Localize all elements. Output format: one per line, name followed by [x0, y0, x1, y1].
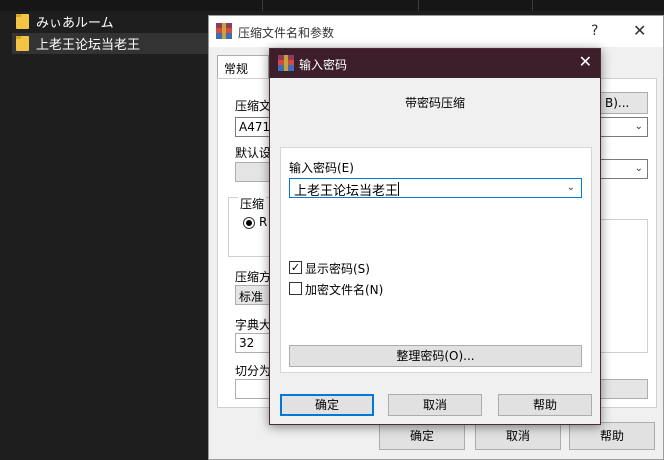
update-mode-dropdown[interactable]: ⌄	[600, 159, 648, 179]
password-input[interactable]: 上老王论坛当老王 ⌄	[289, 178, 582, 199]
password-label: 输入密码(E)	[289, 161, 354, 175]
archive-format-label: 压缩	[238, 195, 267, 212]
archive-cancel-button[interactable]: 取消	[475, 422, 561, 450]
browse-button[interactable]: B)...	[600, 92, 648, 114]
archive-dialog-titlebar: 压缩文件名和参数 ? ✕	[209, 16, 663, 47]
file-item-label: 上老王论坛当老王	[36, 38, 141, 53]
text-caret	[398, 182, 399, 196]
set-password-button[interactable]	[600, 379, 648, 399]
encrypt-filenames-checkbox[interactable]	[289, 282, 302, 295]
organize-passwords-button[interactable]: 整理密码(O)...	[289, 345, 582, 367]
dialog-subtitle: 带密码压缩	[404, 96, 465, 110]
format-radio[interactable]	[243, 217, 255, 229]
toolbar-divider	[532, 0, 533, 11]
top-toolbar	[0, 0, 664, 11]
ok-button[interactable]: 确定	[280, 394, 374, 416]
archive-dialog-title: 压缩文件名和参数	[238, 26, 335, 40]
help-icon[interactable]: ?	[591, 23, 598, 39]
show-password-label[interactable]: 显示密码(S)	[305, 260, 370, 277]
archive-help-button[interactable]: 帮助	[569, 422, 655, 450]
chevron-down-icon: ⌄	[634, 121, 643, 132]
file-item-label: みぃあルーム	[36, 16, 114, 31]
close-icon[interactable]: ✕	[633, 21, 646, 40]
chevron-down-icon: ⌄	[634, 163, 643, 174]
winrar-icon	[278, 55, 294, 71]
show-password-checkbox[interactable]: ✓	[289, 261, 302, 274]
split-volumes-label: 切分为	[235, 364, 272, 378]
archive-options-group	[600, 219, 648, 353]
dictionary-size-label: 字典大	[235, 318, 272, 332]
archive-name-label: 压缩文	[235, 99, 272, 113]
toolbar-divider	[418, 0, 419, 11]
password-value: 上老王论坛当老王	[294, 184, 399, 199]
archive-ok-button[interactable]: 确定	[379, 422, 465, 450]
encrypt-filenames-label[interactable]: 加密文件名(N)	[305, 281, 383, 298]
folder-icon	[16, 36, 29, 51]
tab-general[interactable]: 常规	[217, 55, 269, 79]
chevron-down-icon[interactable]: ⌄	[567, 182, 575, 193]
file-item-folder[interactable]: みぃあルーム	[12, 11, 208, 32]
cancel-button[interactable]: 取消	[388, 394, 482, 416]
default-settings-label: 默认设	[235, 146, 272, 160]
close-icon[interactable]: ✕	[579, 53, 592, 71]
password-dialog-title: 输入密码	[299, 58, 348, 72]
help-button[interactable]: 帮助	[498, 394, 592, 416]
folder-icon	[16, 14, 29, 29]
password-dialog-titlebar: 输入密码 ✕	[270, 49, 600, 78]
compression-method-label: 压缩方	[235, 270, 272, 284]
password-dialog: 输入密码 ✕ 带密码压缩 输入密码(E) 上老王论坛当老王 ⌄ ✓ 显示密码(S…	[269, 48, 601, 425]
format-radio-label: R	[259, 215, 268, 229]
file-item-folder-selected[interactable]: 上老王论坛当老王	[12, 33, 208, 54]
archive-name-dropdown[interactable]: ⌄	[600, 117, 648, 137]
toolbar-divider	[262, 0, 263, 11]
winrar-icon	[216, 23, 232, 39]
